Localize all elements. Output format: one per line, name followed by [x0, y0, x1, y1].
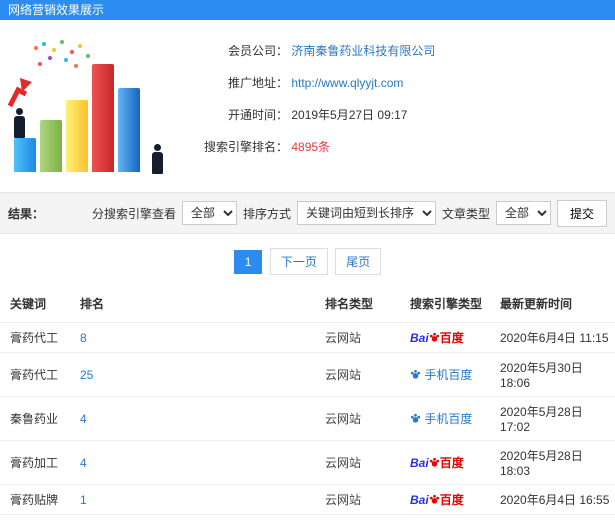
engine-cell: Bai 百度: [410, 484, 500, 515]
confetti-decoration: [34, 46, 38, 50]
engine-cell: Bai 百度: [410, 440, 500, 485]
filter-bar: 结果： 分搜索引擎查看 全部 排序方式 关键词由短到长排序 文章类型 全部 提交: [0, 192, 615, 234]
rank-type-cell: 云网站: [325, 322, 410, 353]
table-header-row: 关键词 排名 排名类型 搜索引擎类型 最新更新时间: [0, 287, 615, 323]
mobile-baidu-logo: 手机百度: [410, 412, 472, 426]
url-label: 推广地址：: [227, 76, 288, 90]
header-rank: 排名: [80, 297, 105, 311]
chart-bar-yellow: [66, 100, 88, 172]
mobile-baidu-paw-icon: [410, 369, 421, 379]
rank-link[interactable]: 1: [80, 493, 87, 507]
chart-bar-green: [40, 120, 62, 172]
header-update-time: 最新更新时间: [500, 297, 573, 311]
info-row-url: 推广地址： http://www.qlyyjt.com: [180, 74, 435, 92]
keyword-cell: 秦鲁药业: [0, 396, 80, 441]
engine-cell: 手机百度: [410, 396, 500, 441]
engine-cell: 手机百度: [410, 352, 500, 397]
table-row: 膏药贴牌 1 云网站 Bai 百度 2020年6月4日 16:55: [0, 484, 615, 515]
open-time-label: 开通时间：: [227, 108, 288, 122]
chart-bar-blue: [14, 138, 36, 172]
mobile-baidu-logo: 手机百度: [410, 368, 472, 382]
rank-count-label: 搜索引擎排名：: [203, 140, 288, 154]
engine-cell: 手机百度: [410, 514, 500, 520]
baidu-logo: Bai 百度: [410, 456, 464, 470]
keyword-cell: 膏药代工: [0, 352, 80, 397]
rank-type-cell: 云网站: [325, 396, 410, 441]
baidu-logo: Bai 百度: [410, 493, 464, 507]
baidu-paw-icon: [429, 457, 439, 467]
page-title: 网络营销效果展示: [0, 0, 615, 20]
article-type-select[interactable]: 全部: [495, 201, 551, 225]
rank-type-cell: 云网站: [325, 440, 410, 485]
table-row: 秦鲁药业 4 云网站 手机百度 2020年5月28日 17:02: [0, 396, 615, 441]
member-info: 会员公司： 济南秦鲁药业科技有限公司 推广地址： http://www.qlyy…: [180, 28, 435, 186]
info-row-company: 会员公司： 济南秦鲁药业科技有限公司: [180, 42, 435, 60]
sort-label: 排序方式: [242, 206, 291, 221]
last-page-button[interactable]: 尾页: [335, 248, 382, 275]
promo-url-link[interactable]: http://www.qlyyjt.com: [291, 76, 403, 90]
pagination: 1 下一页 尾页: [0, 234, 615, 287]
header-engine-type: 搜索引擎类型: [410, 297, 483, 311]
ranking-table: 关键词 排名 排名类型 搜索引擎类型 最新更新时间 膏药代工 8 云网站 Bai…: [0, 287, 615, 520]
businessman-figure-left: [12, 108, 26, 138]
time-cell: 2020年5月30日 18:06: [500, 352, 615, 397]
rank-link[interactable]: 4: [80, 412, 87, 426]
keyword-cell: 膏药代工: [0, 322, 80, 353]
time-cell: 2020年5月28日 17:02: [500, 396, 615, 441]
info-row-open-time: 开通时间： 2019年5月27日 09:17: [180, 106, 435, 124]
table-row: 膏药加工 4 云网站 Bai 百度 2020年5月28日 18:03: [0, 440, 615, 485]
table-row: 膏药代工 25 云网站 手机百度 2020年5月30日 18:06: [0, 352, 615, 397]
header-rank-type: 排名类型: [325, 297, 374, 311]
engine-filter-select[interactable]: 全部: [181, 201, 237, 225]
baidu-paw-icon: [429, 494, 439, 504]
result-label: 结果：: [8, 206, 45, 221]
time-cell: 2020年5月28日 16:55: [500, 514, 615, 520]
header-keyword: 关键词: [10, 297, 47, 311]
company-link[interactable]: 济南秦鲁药业科技有限公司: [291, 44, 435, 58]
businessman-figure-right: [150, 144, 164, 174]
open-time-value: 2019年5月27日 09:17: [291, 108, 408, 122]
rank-type-cell: 云网站: [325, 484, 410, 515]
sort-select[interactable]: 关键词由短到长排序: [296, 201, 436, 225]
submit-button[interactable]: 提交: [556, 199, 607, 227]
top-section: 会员公司： 济南秦鲁药业科技有限公司 推广地址： http://www.qlyy…: [0, 20, 615, 192]
growth-arrow-icon: [7, 78, 32, 108]
rank-link[interactable]: 25: [80, 368, 93, 382]
chart-bar-darkblue: [118, 88, 140, 172]
rank-link[interactable]: 8: [80, 331, 87, 345]
article-type-label: 文章类型: [441, 206, 490, 221]
rank-type-cell: 云网站: [325, 514, 410, 520]
marketing-clipart: [0, 28, 180, 186]
keyword-cell: 膏药贴牌: [0, 484, 80, 515]
rank-link[interactable]: 4: [80, 456, 87, 470]
time-cell: 2020年5月28日 18:03: [500, 440, 615, 485]
chart-bar-red: [92, 64, 114, 172]
table-row: 膏药代工 8 云网站 Bai 百度 2020年6月4日 11:15: [0, 322, 615, 353]
time-cell: 2020年6月4日 11:15: [500, 322, 615, 353]
keyword-cell: 膏药加工: [0, 440, 80, 485]
rank-count-value: 4895条: [291, 140, 331, 154]
info-row-rank-count: 搜索引擎排名： 4895条: [180, 138, 435, 156]
time-cell: 2020年6月4日 16:55: [500, 484, 615, 515]
baidu-paw-icon: [429, 332, 439, 342]
engine-filter-label: 分搜索引擎查看: [91, 206, 176, 221]
mobile-baidu-paw-icon: [410, 413, 421, 423]
rank-type-cell: 云网站: [325, 352, 410, 397]
page-1-button[interactable]: 1: [233, 250, 263, 274]
table-row: 口罩贴牌 29 云网站 手机百度 2020年5月28日 16:55: [0, 514, 615, 520]
company-label: 会员公司：: [227, 44, 288, 58]
next-page-button[interactable]: 下一页: [269, 248, 328, 275]
baidu-logo: Bai 百度: [410, 331, 464, 345]
engine-cell: Bai 百度: [410, 322, 500, 353]
keyword-cell: 口罩贴牌: [0, 514, 80, 520]
